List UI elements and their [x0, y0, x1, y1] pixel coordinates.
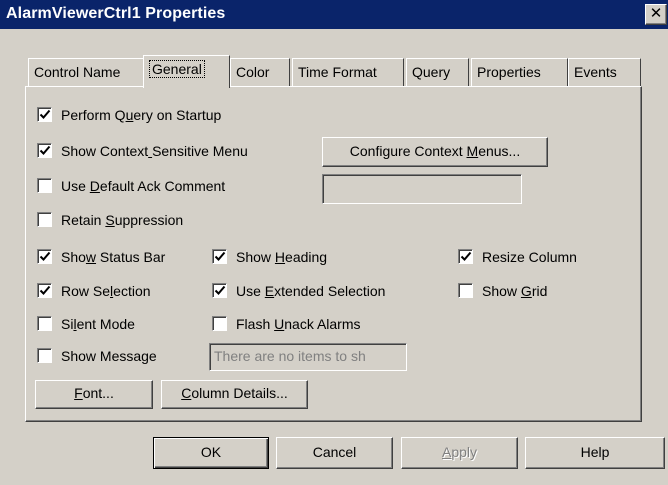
title-bar[interactable]: AlarmViewerCtrl1 Properties ✕ [0, 0, 668, 29]
perform-query-label: Perform Query on Startup [61, 107, 222, 123]
apply-button[interactable]: Apply [401, 437, 518, 469]
checkmark-icon [214, 285, 226, 295]
tab-time-format[interactable]: Time Format [292, 58, 404, 86]
help-button[interactable]: Help [525, 437, 665, 469]
checkbox-box [37, 283, 52, 298]
ok-label: OK [200, 444, 222, 460]
checkmark-icon [39, 251, 51, 261]
close-icon: ✕ [649, 5, 663, 22]
tab-properties[interactable]: Properties [471, 58, 568, 86]
checkbox-box [37, 212, 52, 227]
flash-unack-label: Flash Unack Alarms [236, 316, 361, 332]
tab-label: Events [574, 64, 617, 80]
font-button[interactable]: Font... [35, 380, 153, 409]
show-message-label: Show Message [61, 348, 157, 364]
show-context-menu-label: Show Context Sensitive Menu [61, 143, 248, 159]
configure-context-menus-button[interactable]: Configure Context Menus... [322, 137, 548, 167]
checkbox-box [212, 283, 227, 298]
resize-column-label: Resize Column [482, 249, 577, 265]
tab-label: Query [412, 64, 451, 80]
column-details-button[interactable]: Column Details... [161, 380, 308, 409]
cancel-button[interactable]: Cancel [276, 437, 393, 469]
silent-mode-label: Silent Mode [61, 316, 135, 332]
checkbox-box [458, 283, 473, 298]
cancel-label: Cancel [312, 444, 357, 460]
checkbox-box [212, 316, 227, 331]
close-button[interactable]: ✕ [645, 4, 667, 25]
tab-label: Color [236, 64, 270, 80]
tab-general[interactable]: General [143, 55, 230, 88]
tab-label: Time Format [298, 64, 377, 80]
checkbox-box [458, 249, 473, 264]
help-label: Help [580, 444, 610, 460]
general-tab-panel: Perform Query on Startup Show Context Se… [25, 86, 642, 422]
tab-label: Control Name [34, 64, 121, 80]
extended-selection-label: Use Extended Selection [236, 283, 386, 299]
checkbox-box [37, 143, 52, 158]
show-heading-label: Show Heading [236, 249, 328, 265]
tab-label: General [149, 60, 205, 78]
show-status-bar-label: Show Status Bar [61, 249, 166, 265]
window-title: AlarmViewerCtrl1 Properties [6, 5, 226, 22]
use-default-ack-label: Use Default Ack Comment [61, 178, 226, 194]
retain-suppression-label: Retain Suppression [61, 212, 184, 228]
ok-button[interactable]: OK [153, 437, 269, 469]
tab-color[interactable]: Color [230, 58, 290, 86]
checkbox-box [212, 249, 227, 264]
checkmark-icon [214, 251, 226, 261]
properties-dialog: AlarmViewerCtrl1 Properties ✕ Control Na… [0, 0, 668, 485]
default-ack-comment-field[interactable] [322, 174, 522, 204]
checkbox-box [37, 348, 52, 363]
tab-query[interactable]: Query [406, 58, 469, 86]
checkbox-box [37, 178, 52, 193]
checkmark-icon [39, 285, 51, 295]
checkbox-box [37, 316, 52, 331]
show-grid-label: Show Grid [482, 283, 548, 299]
checkmark-icon [39, 109, 51, 119]
tab-label: Properties [477, 64, 541, 80]
checkmark-icon [39, 145, 51, 155]
checkbox-box [37, 107, 52, 122]
tab-events[interactable]: Events [568, 58, 641, 86]
checkmark-icon [460, 251, 472, 261]
tab-control-name[interactable]: Control Name [28, 58, 145, 86]
message-text-field[interactable]: There are no items to sh [209, 343, 407, 371]
checkbox-box [37, 249, 52, 264]
row-selection-label: Row Selection [61, 283, 151, 299]
